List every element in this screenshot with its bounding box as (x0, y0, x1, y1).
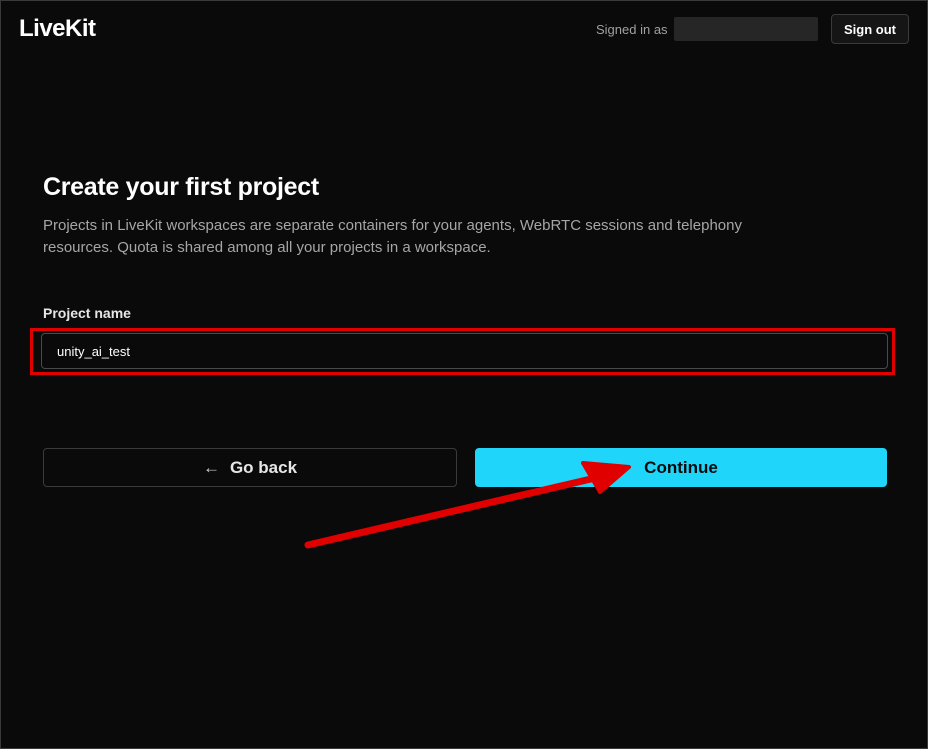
page-description: Projects in LiveKit workspaces are separ… (43, 217, 742, 256)
continue-button[interactable]: Continue (475, 448, 887, 487)
go-back-label: Go back (229, 457, 298, 477)
arrow-left-icon: ← (202, 457, 220, 477)
project-name-input[interactable] (41, 333, 888, 369)
go-back-button[interactable]: ← Go back (43, 448, 457, 487)
livekit-logo[interactable]: LiveKit (19, 15, 96, 43)
project-name-label: Project name (43, 305, 131, 321)
continue-label: Continue (644, 457, 718, 477)
top-bar: LiveKit Signed in as Sign out (1, 1, 928, 59)
signed-in-label: Signed in as (596, 22, 668, 37)
redacted-user-name (674, 17, 818, 41)
page-title: Create your first project (43, 173, 319, 201)
app-window: LiveKit Signed in as Sign out Create you… (0, 0, 928, 749)
sign-out-button[interactable]: Sign out (831, 14, 909, 44)
annotation-arrow-icon (304, 461, 631, 549)
